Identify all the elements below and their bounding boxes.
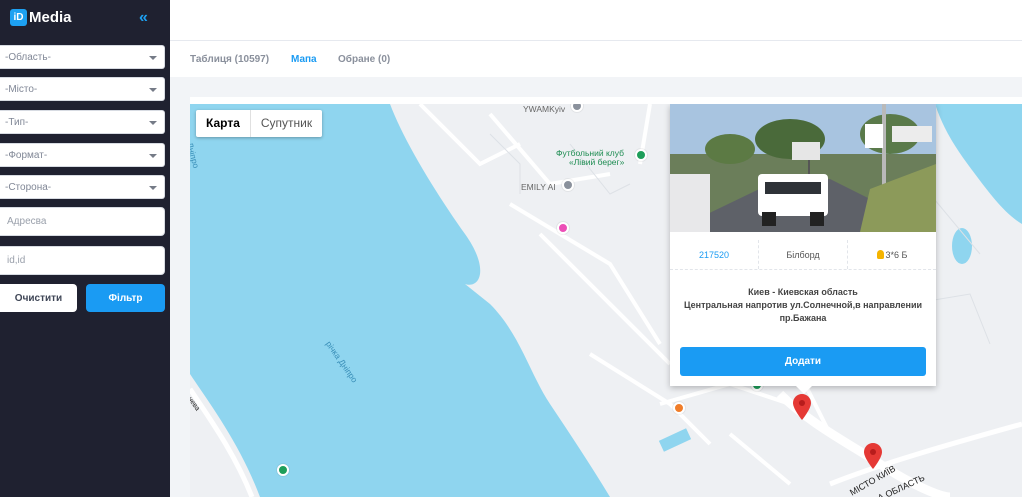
billboard-address-line2: Центральная напротив ул.Солнечной,в напр… (683, 300, 923, 310)
billboard-id[interactable]: 217520 (670, 240, 759, 269)
logo[interactable]: iD Media (10, 9, 72, 26)
tab-favorites[interactable]: Обране (0) (338, 54, 390, 65)
map-type-toggle: Карта Супутник (196, 110, 323, 137)
billboard-address-line3: пр.Бажана (779, 313, 827, 323)
logo-badge: iD (10, 9, 27, 26)
poi-park-icon[interactable] (277, 464, 289, 476)
chevron-down-icon (149, 88, 157, 92)
poi-restaurant-icon[interactable] (673, 402, 685, 414)
poi-ywam-label: YWAMKyiv (523, 104, 566, 114)
clear-button[interactable]: Очистити (0, 284, 77, 312)
billboard-size-value: 3*6 Б (885, 249, 908, 260)
side-select[interactable]: -Сторона- (0, 175, 165, 199)
chevron-down-icon (149, 154, 157, 158)
billboard-address-line1: Киев - Киевская область (748, 287, 858, 297)
type-select-value: -Тип- (5, 117, 29, 128)
filter-button[interactable]: Фільтр (86, 284, 165, 312)
chevron-down-icon (149, 56, 157, 60)
map-panel: Карта Супутник YWAMKyiv Футбольний клуб … (190, 97, 1022, 497)
chevron-down-icon (149, 186, 157, 190)
add-button[interactable]: Додати (680, 347, 926, 376)
city-select-value: -Місто- (5, 84, 38, 95)
poi-emily-icon[interactable] (562, 179, 574, 191)
city-select[interactable]: -Місто- (0, 77, 165, 101)
map-pin-icon[interactable] (864, 443, 882, 469)
map-pin-icon[interactable] (793, 394, 811, 420)
logo-text: Media (29, 9, 72, 26)
billboard-type: Білборд (759, 240, 848, 269)
billboard-info-row: 217520 Білборд 3*6 Б (670, 240, 936, 270)
billboard-address: Киев - Киевская область Центральная напр… (670, 286, 936, 325)
poi-football-icon[interactable] (635, 149, 647, 161)
ids-input[interactable] (0, 246, 165, 275)
poi-emily-label: EMILY AI (521, 182, 556, 192)
bulb-icon (876, 250, 884, 259)
format-select-value: -Формат- (5, 150, 48, 161)
tab-table[interactable]: Таблиця (10597) (190, 54, 269, 65)
sidebar: iD Media « -Область- -Місто- -Тип- -Форм… (0, 0, 170, 497)
popup-tail (795, 385, 813, 394)
billboard-size: 3*6 Б (848, 240, 936, 269)
region-select[interactable]: -Область- (0, 45, 165, 69)
top-header (170, 0, 1022, 41)
map-type-satellite-button[interactable]: Супутник (251, 110, 322, 137)
collapse-sidebar-icon[interactable]: « (139, 9, 148, 26)
map[interactable]: Карта Супутник YWAMKyiv Футбольний клуб … (190, 104, 1022, 497)
poi-shop-icon[interactable] (557, 222, 569, 234)
billboard-popup: 217520 Білборд 3*6 Б Киев - Киевская обл… (670, 104, 936, 386)
view-tabs: Таблиця (10597) Мапа Обране (0) (170, 41, 1022, 77)
billboard-photo (670, 104, 936, 232)
format-select[interactable]: -Формат- (0, 143, 165, 167)
tab-map[interactable]: Мапа (291, 54, 317, 65)
map-type-map-button[interactable]: Карта (196, 110, 251, 137)
region-select-value: -Область- (5, 52, 51, 63)
poi-football-label-2: «Лівий берег» (569, 157, 625, 167)
address-input[interactable] (0, 207, 165, 236)
chevron-down-icon (149, 121, 157, 125)
type-select[interactable]: -Тип- (0, 110, 165, 134)
side-select-value: -Сторона- (5, 182, 52, 193)
